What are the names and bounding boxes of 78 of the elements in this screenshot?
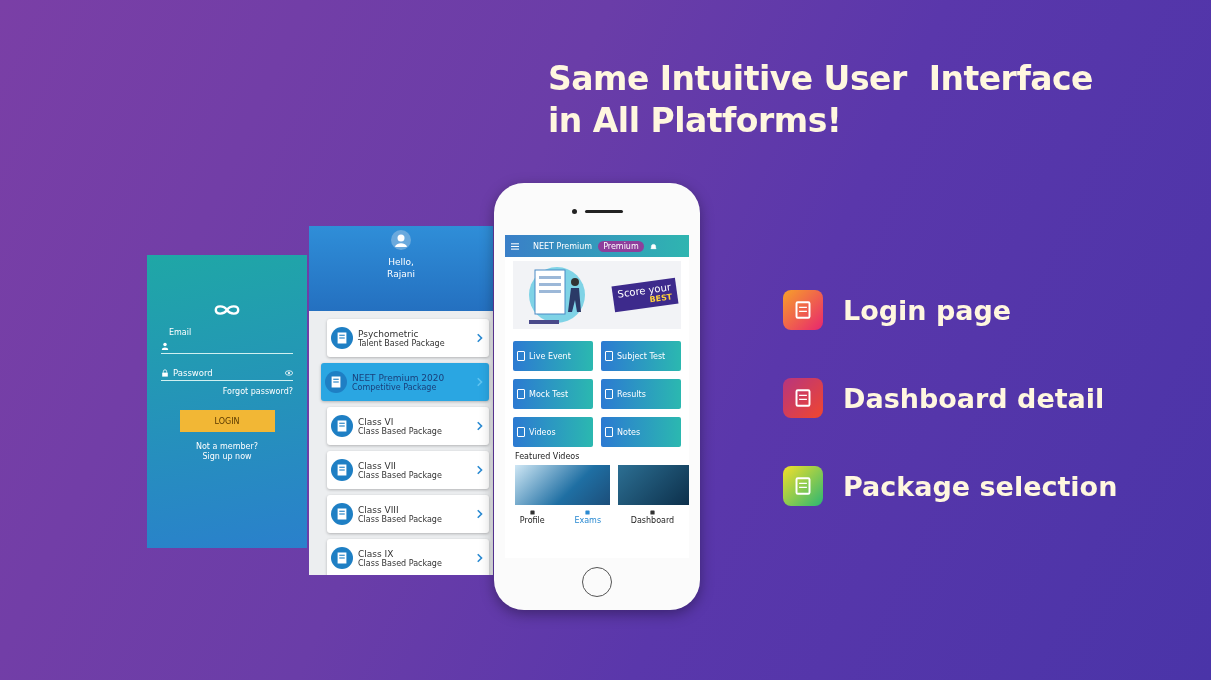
field-label: Email — [169, 328, 192, 337]
nav-item[interactable]: Profile — [519, 509, 545, 525]
forgot-password-link[interactable]: Forgot password? — [222, 387, 293, 396]
package-title: Class VII — [358, 460, 397, 471]
dashboard-tile[interactable]: Live Event — [513, 341, 593, 371]
chevron-icon — [477, 509, 483, 519]
score-sign: Score your BEST — [611, 277, 679, 313]
book-icon — [331, 327, 353, 349]
nav-icon — [648, 509, 656, 516]
feature-label: Login page — [843, 294, 1012, 326]
package-title: Class IX — [358, 548, 395, 559]
package-card[interactable]: NEET Premium 2020 Competitive Package — [321, 363, 489, 401]
camera-icon — [571, 208, 577, 214]
tile-icon — [517, 427, 525, 437]
package-card[interactable]: Class VIII Class Based Package — [327, 495, 489, 533]
avatar-icon — [391, 230, 411, 250]
nav-icon — [528, 509, 536, 516]
tile-icon — [605, 427, 613, 437]
user-icon — [161, 342, 169, 350]
package-card[interactable]: Class IX Class Based Package — [327, 539, 489, 575]
package-card[interactable]: Psychometric Talent Based Package — [327, 319, 489, 357]
user-name: Rajani — [387, 268, 415, 280]
tile-icon — [605, 389, 613, 399]
chevron-icon — [477, 553, 483, 563]
video-thumbnail[interactable] — [515, 465, 610, 505]
feature-icon — [783, 290, 823, 330]
package-subtitle: Class Based Package — [358, 470, 443, 480]
dashboard-tile[interactable]: Subject Test — [601, 341, 681, 371]
dashboard-tile[interactable]: Notes — [601, 417, 681, 447]
login-button[interactable]: LOGIN — [179, 410, 275, 432]
package-subtitle: Class Based Package — [358, 426, 443, 436]
menu-icon[interactable] — [511, 242, 519, 250]
package-subtitle: Talent Based Package — [358, 338, 446, 348]
dashboard-tile[interactable]: Mock Test — [513, 379, 593, 409]
book-icon — [325, 371, 347, 393]
tile-icon — [605, 351, 613, 361]
chevron-icon — [477, 465, 483, 475]
dashboard-tile[interactable]: Videos — [513, 417, 593, 447]
nav-item[interactable]: Exams — [574, 509, 602, 525]
app-title: NEET Premium — [533, 241, 593, 251]
package-subtitle: Class Based Package — [358, 558, 443, 568]
bell-icon[interactable] — [649, 242, 657, 250]
book-icon — [331, 547, 353, 569]
feature-icon — [783, 466, 823, 506]
package-title: Class VIII — [358, 504, 400, 515]
feature-label: Package selection — [843, 470, 1118, 502]
feature-label: Dashboard detail — [843, 382, 1105, 414]
book-icon — [331, 503, 353, 525]
dashboard-tile[interactable]: Results — [601, 379, 681, 409]
section-title: Featured Videos — [515, 452, 581, 461]
tile-icon — [517, 389, 525, 399]
book-icon — [331, 415, 353, 437]
chevron-icon — [477, 421, 483, 431]
video-thumbnail[interactable] — [618, 465, 689, 505]
chevron-icon — [477, 377, 483, 387]
book-icon — [331, 459, 353, 481]
tile-icon — [517, 351, 525, 361]
package-title: NEET Premium 2020 — [352, 372, 446, 383]
password-field[interactable]: Password — [173, 368, 281, 378]
speaker-icon — [584, 209, 623, 213]
premium-badge: Premium — [598, 240, 644, 252]
package-title: Psychometric — [358, 328, 419, 339]
signup-link[interactable]: Sign up now — [202, 452, 252, 461]
chevron-icon — [477, 333, 483, 343]
nav-item[interactable]: Dashboard — [630, 509, 675, 525]
headline-text: Same Intuitive User Interface — [548, 58, 1094, 100]
package-card[interactable]: Class VI Class Based Package — [327, 407, 489, 445]
package-title: Class VI — [358, 416, 395, 427]
headline-text: in All Platforms! — [548, 100, 843, 142]
package-subtitle: Class Based Package — [358, 514, 443, 524]
package-subtitle: Competitive Package — [352, 382, 438, 392]
package-card[interactable]: Class VII Class Based Package — [327, 451, 489, 489]
lock-icon — [161, 369, 169, 377]
feature-icon — [783, 378, 823, 418]
signup-prompt: Not a member? — [195, 442, 258, 451]
eye-icon[interactable] — [285, 369, 293, 377]
greeting-text: Hello, — [388, 256, 414, 268]
nav-icon — [584, 509, 592, 516]
